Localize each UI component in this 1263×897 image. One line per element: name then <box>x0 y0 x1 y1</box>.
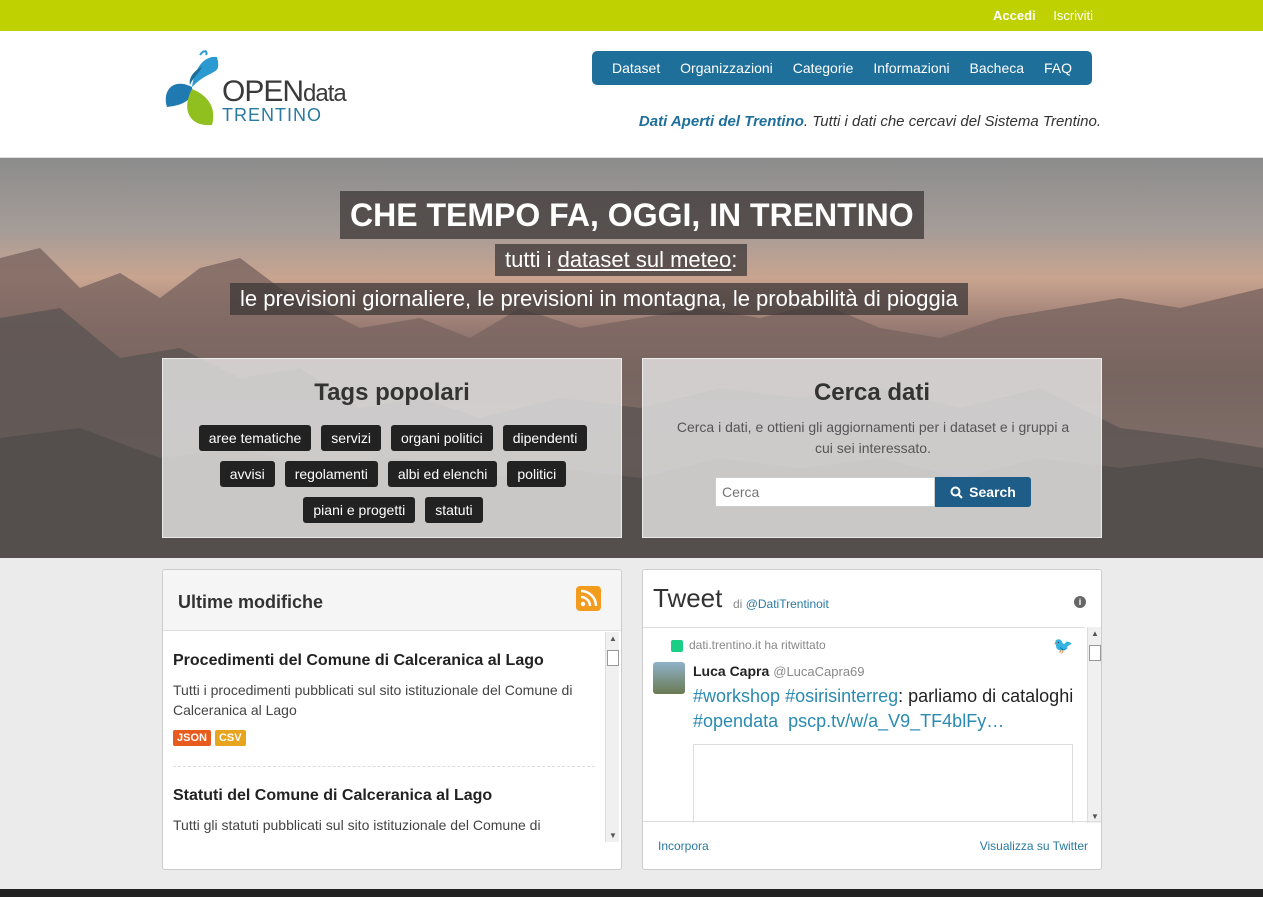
search-input[interactable] <box>715 477 935 507</box>
nav-informazioni[interactable]: Informazioni <box>873 60 949 76</box>
tweets-header: Tweet di @DatiTrentinoit i <box>643 570 1101 626</box>
nav-dataset[interactable]: Dataset <box>612 60 660 76</box>
hero-subtitle: tutti i dataset sul meteo: <box>495 244 748 276</box>
scroll-down-icon[interactable]: ▼ <box>609 831 617 840</box>
top-bar: Accedi Iscriviti <box>0 0 1263 31</box>
nav-categorie[interactable]: Categorie <box>793 60 854 76</box>
scroll-up-icon[interactable]: ▲ <box>609 634 617 643</box>
dataset-title-link[interactable]: Statuti del Comune di Calceranica al Lag… <box>173 787 595 805</box>
meteo-datasets-link[interactable]: dataset sul meteo <box>558 247 732 272</box>
tag-avvisi[interactable]: avvisi <box>219 461 275 487</box>
tweet-author[interactable]: Luca Capra @LucaCapra69 <box>693 663 865 679</box>
dataset-description: Tutti i procedimenti pubblicati sul sito… <box>173 682 573 718</box>
nav-organizzazioni[interactable]: Organizzazioni <box>680 60 773 76</box>
embed-link[interactable]: Incorpora <box>658 839 709 853</box>
site-tagline: Dati Aperti del Trentino. Tutti i dati c… <box>638 113 1101 130</box>
tag-servizi[interactable]: servizi <box>321 425 381 451</box>
format-badge-csv[interactable]: CSV <box>214 730 246 746</box>
recent-changes-feed: Procedimenti del Comune di Calceranica a… <box>163 632 605 842</box>
hero-banner: CHE TEMPO FA, OGGI, IN TRENTINO tutti i … <box>0 158 1263 558</box>
hero-subtitle-2: le previsioni giornaliere, le previsioni… <box>230 283 968 315</box>
popular-tags-panel: Tags popolari aree tematiche servizi organ… <box>162 358 622 538</box>
dataset-description: Tutti gli statuti pubblicati sul sito is… <box>173 817 541 833</box>
hero-title: CHE TEMPO FA, OGGI, IN TRENTINO <box>340 191 924 239</box>
scroll-down-icon[interactable]: ▼ <box>1091 812 1099 821</box>
tag-albi-ed-elenchi[interactable]: albi ed elenchi <box>387 461 498 487</box>
logo-wordmark: OPENdata <box>222 75 347 108</box>
format-badges: JSON CSV <box>173 730 595 746</box>
logo-region: TRENTINO <box>222 105 322 125</box>
search-panel-title: Cerca dati <box>813 379 931 406</box>
twitter-bird-icon[interactable]: 🐦 <box>1053 636 1073 656</box>
hashtag-link[interactable]: #workshop <box>693 686 780 706</box>
tag-organi-politici[interactable]: organi politici <box>390 425 493 451</box>
divider <box>173 766 595 767</box>
butterfly-logo-icon <box>165 50 219 126</box>
retweet-note: dati.trentino.it ha ritwittato <box>671 638 826 652</box>
tweets-title: Tweet <box>653 583 723 613</box>
timeline-scrollbar[interactable]: ▲ ▼ <box>1087 627 1101 823</box>
dataset-title-link[interactable]: Procedimenti del Comune di Calceranica a… <box>173 652 595 670</box>
tag-regolamenti[interactable]: regolamenti <box>284 461 378 487</box>
tweets-card: Tweet di @DatiTrentinoit i dati.trentino… <box>642 569 1102 870</box>
nav-faq[interactable]: FAQ <box>1044 60 1072 76</box>
tag-statuti[interactable]: statuti <box>425 497 483 523</box>
scroll-thumb[interactable] <box>607 650 619 666</box>
hashtag-link[interactable]: #osirisinterreg <box>785 686 898 706</box>
search-icon <box>950 486 963 499</box>
tweet-timeline: dati.trentino.it ha ritwittato 🐦 Luca Ca… <box>643 627 1085 823</box>
tag-piani-e-progetti[interactable]: piani e progetti <box>303 497 416 523</box>
popular-tags-title: Tags popolari <box>314 379 470 406</box>
account-links: Accedi Iscriviti <box>993 8 1093 23</box>
rss-icon[interactable] <box>576 586 601 611</box>
tweets-byline: di @DatiTrentinoit <box>733 597 829 611</box>
tag-politici[interactable]: politici <box>507 461 567 487</box>
tag-dipendenti[interactable]: dipendenti <box>502 425 588 451</box>
recent-changes-card: Ultime modifiche Procedimenti del Comune… <box>162 569 622 870</box>
signup-link[interactable]: Iscriviti <box>1053 8 1093 23</box>
recent-changes-title: Ultime modifiche <box>178 592 324 612</box>
tweets-footer: Incorpora Visualizza su Twitter <box>643 821 1101 869</box>
search-panel-description: Cerca i dati, e ottieni gli aggiornament… <box>676 419 1070 456</box>
login-link[interactable]: Accedi <box>993 8 1036 23</box>
nav-bacheca[interactable]: Bacheca <box>970 60 1024 76</box>
tag-aree-tematiche[interactable]: aree tematiche <box>198 425 312 451</box>
site-logo[interactable]: OPENdata TRENTINO <box>162 47 372 129</box>
tweet-url-link[interactable]: pscp.tv/w/a_V9_TF4blFy… <box>788 711 1004 731</box>
retweet-icon <box>671 639 683 652</box>
search-button[interactable]: Search <box>935 477 1031 507</box>
feed-scrollbar[interactable]: ▲ ▼ <box>605 632 619 842</box>
view-on-twitter-link[interactable]: Visualizza su Twitter <box>980 839 1088 853</box>
search-data-panel: Cerca dati Cerca i dati, e ottieni gli a… <box>642 358 1102 538</box>
tweet-media-card[interactable] <box>693 744 1073 823</box>
twitter-handle-link[interactable]: @DatiTrentinoit <box>746 597 829 611</box>
footer <box>0 889 1263 897</box>
scroll-up-icon[interactable]: ▲ <box>1091 629 1099 638</box>
avatar[interactable] <box>653 662 685 694</box>
format-badge-json[interactable]: JSON <box>173 730 211 746</box>
main-nav: Dataset Organizzazioni Categorie Informa… <box>592 51 1092 85</box>
site-header: OPENdata TRENTINO Dataset Organizzazioni… <box>0 31 1263 158</box>
recent-changes-header: Ultime modifiche <box>163 570 621 631</box>
tweet-text: #workshop #osirisinterreg: parliamo di c… <box>693 686 1074 731</box>
hashtag-link[interactable]: #opendata <box>693 711 778 731</box>
tag-list: aree tematiche servizi organi politici dipe… <box>163 421 623 529</box>
info-icon[interactable]: i <box>1074 596 1086 608</box>
scroll-thumb[interactable] <box>1089 645 1101 661</box>
